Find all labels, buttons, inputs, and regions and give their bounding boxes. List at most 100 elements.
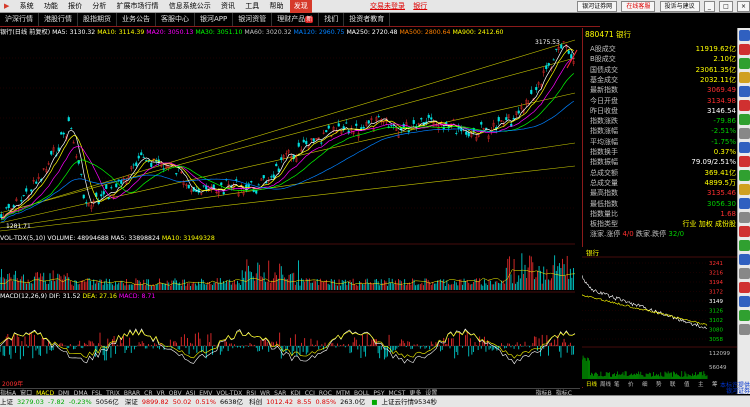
candle-body — [312, 138, 315, 142]
calendar-icon[interactable] — [739, 240, 750, 251]
mini-axis-label: 3149 — [709, 299, 723, 305]
galaxy-site-button[interactable]: 银河证券网 — [577, 1, 618, 12]
stat-row: B股成交 2.10亿 — [590, 54, 736, 64]
mini-tab[interactable]: 价 — [628, 381, 634, 387]
menu-item-system[interactable]: 系统 — [16, 0, 38, 13]
candle-body — [67, 117, 70, 122]
candle-body — [305, 140, 308, 145]
macd-legend: MACD(12,26,9) DIF: 31.52 DEA: 27.16 MACD… — [0, 292, 580, 302]
close-button[interactable]: × — [736, 1, 750, 12]
mail-icon[interactable] — [739, 282, 750, 293]
stat-value: 4899.5万 — [704, 178, 737, 187]
right-arrow-icon[interactable] — [739, 72, 750, 83]
kc-amount: 263.0亿 — [340, 398, 366, 406]
signal-icon: ■ — [371, 398, 378, 406]
candle-body — [187, 184, 190, 189]
zoom-out-icon[interactable] — [739, 100, 750, 111]
tab-sh-sz[interactable]: 沪深行情 — [0, 13, 39, 26]
chart-icon[interactable] — [739, 156, 750, 167]
mini-tab[interactable]: 细 — [642, 380, 648, 387]
intraday-mini-chart[interactable]: 银行 3241 3216 3194 3172 3149 3126 3102 3080 3058 11… — [582, 247, 737, 387]
kline-chart[interactable]: 3175.53 1281.71 2009年 — [0, 38, 582, 388]
candle-body — [570, 54, 573, 59]
stat-value: 0.37% — [713, 148, 736, 156]
tab-wealth[interactable]: 理财产品新 — [272, 13, 320, 26]
menu-item-tools[interactable]: 工具 — [241, 0, 263, 13]
stat-value: -2.51% — [711, 127, 736, 136]
candle-body — [150, 162, 153, 167]
home-icon[interactable] — [739, 296, 750, 307]
chart-title: 银行(日线 前复权) — [0, 29, 51, 36]
left-arrow-icon[interactable] — [739, 58, 750, 69]
up-arrow-icon[interactable] — [739, 30, 750, 41]
candle-body — [517, 110, 520, 114]
star-icon[interactable] — [739, 184, 750, 195]
mini-tab[interactable]: 日线 — [586, 380, 598, 387]
mini-tab[interactable]: 笔 — [614, 380, 620, 387]
menu-item-discover[interactable]: 发现 — [289, 0, 312, 13]
volume-ma5: MA5: 33898824 — [110, 235, 160, 242]
mini-tab[interactable]: 势 — [656, 380, 662, 387]
list-icon[interactable] — [739, 142, 750, 153]
menu-item-news[interactable]: 资讯 — [217, 0, 239, 13]
mini-tab[interactable]: 周线 — [600, 380, 612, 387]
candle-body — [377, 116, 380, 118]
news-icon[interactable] — [739, 226, 750, 237]
sz-label[interactable]: 深证 — [125, 398, 138, 406]
complaint-button[interactable]: 投诉与建议 — [659, 1, 700, 12]
low-price-label: 1281.71 — [6, 223, 31, 230]
volume-ma10: MA10: 31949328 — [161, 235, 215, 242]
candle-body — [467, 132, 470, 137]
minimize-button[interactable]: _ — [703, 1, 715, 12]
ma-line — [1, 73, 575, 221]
stat-label: 指数换手 — [590, 148, 618, 156]
trade-login-link[interactable]: 交易未登录 — [370, 2, 405, 10]
stat-label: 今日开盘 — [590, 96, 618, 105]
phone-icon[interactable] — [739, 310, 750, 321]
stat-value: 369.41亿 — [704, 168, 737, 177]
tab-asset-mgmt[interactable]: 银河资管 — [233, 13, 273, 26]
bell-icon[interactable] — [739, 170, 750, 181]
menu-item-quote[interactable]: 报价 — [64, 0, 86, 13]
stat-label: 国债成交 — [590, 65, 618, 74]
tab-investor-edu[interactable]: 投资者教育 — [344, 13, 391, 26]
mini-tab[interactable]: 联 — [670, 380, 676, 387]
menu-item-ext-market[interactable]: 扩展市场行情 — [113, 0, 163, 13]
mini-tab[interactable]: 值 — [684, 380, 690, 387]
menu-item-function[interactable]: 功能 — [40, 0, 62, 13]
tab-futures[interactable]: 股指期货 — [78, 13, 117, 26]
more-icon[interactable] — [739, 324, 750, 335]
grid-icon[interactable] — [739, 128, 750, 139]
menu-links: 交易未登录 银行 — [370, 0, 433, 13]
candle-body — [5, 207, 8, 209]
index-code: 880471 — [585, 30, 614, 39]
refresh-icon[interactable] — [739, 114, 750, 125]
tab-hk[interactable]: 港股行情 — [39, 13, 78, 26]
menu-item-info-system[interactable]: 信息系统公示 — [165, 0, 215, 13]
tab-app[interactable]: 银河APP — [195, 13, 234, 26]
settings-icon[interactable] — [739, 212, 750, 223]
stat-row: 平均涨幅 -1.75% — [590, 137, 736, 147]
trend-line — [19, 39, 576, 209]
menu-item-analysis[interactable]: 分析 — [88, 0, 110, 13]
bank-link[interactable]: 银行 — [413, 2, 427, 10]
candle-body — [320, 142, 323, 144]
search-icon[interactable] — [739, 254, 750, 265]
zoom-in-icon[interactable] — [739, 86, 750, 97]
candle-body — [257, 184, 260, 186]
tab-find[interactable]: 找们 — [319, 13, 345, 26]
mini-vol-label: 56049 — [709, 365, 727, 371]
down-arrow-icon[interactable] — [739, 44, 750, 55]
maximize-button[interactable]: □ — [719, 1, 733, 12]
tab-notice[interactable]: 业务公告 — [117, 13, 156, 26]
info-icon[interactable] — [739, 268, 750, 279]
menu-item-help[interactable]: 帮助 — [266, 0, 288, 13]
online-service-button[interactable]: 在线客服 — [621, 1, 656, 12]
user-icon[interactable] — [739, 198, 750, 209]
volume-legend-text: VOL-TDX(5,10) VOLUME: 48994688 — [0, 235, 109, 242]
candle-body — [277, 168, 280, 172]
sh-label[interactable]: 上证 — [0, 398, 13, 406]
kc-label[interactable]: 科创 — [249, 398, 262, 406]
tab-service[interactable]: 客服中心 — [156, 13, 195, 26]
mini-axis-label: 3058 — [709, 337, 723, 343]
